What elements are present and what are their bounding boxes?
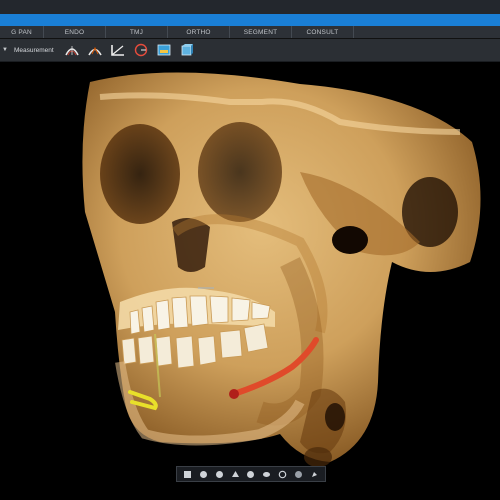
view-top-icon[interactable] (230, 469, 240, 479)
angle-measure-icon[interactable] (110, 42, 126, 58)
accent-strip (0, 14, 500, 26)
tab-tmj[interactable]: TMJ (106, 26, 168, 38)
mandible-curve-icon[interactable] (64, 42, 80, 58)
tab-ortho[interactable]: ORTHO (168, 26, 230, 38)
rotate-icon[interactable] (277, 469, 287, 479)
measurement-dropdown[interactable]: ▼ Measurement (2, 47, 62, 54)
view-front-icon[interactable] (183, 469, 193, 479)
tab-endo[interactable]: ENDO (44, 26, 106, 38)
title-bar (0, 0, 500, 14)
image-panel-icon[interactable] (156, 42, 172, 58)
skull-render (82, 72, 481, 467)
view-left-icon[interactable] (199, 469, 209, 479)
protractor-icon[interactable] (133, 42, 149, 58)
tab-consult[interactable]: CONSULT (292, 26, 354, 38)
clip-icon[interactable] (309, 469, 319, 479)
3d-render-viewport[interactable] (0, 62, 500, 500)
toolbar: ▼ Measurement (0, 39, 500, 62)
view-toolbar (176, 466, 326, 482)
volume-cube-icon[interactable] (179, 42, 195, 58)
dropdown-arrow-icon: ▼ (2, 47, 8, 53)
dropdown-label: Measurement (13, 46, 54, 54)
tool-group (64, 42, 202, 58)
view-bottom-icon[interactable] (262, 469, 272, 479)
view-right-icon[interactable] (214, 469, 224, 479)
tab-segment[interactable]: SEGMENT (230, 26, 292, 38)
module-tabs: G PAN ENDO TMJ ORTHO SEGMENT CONSULT (0, 26, 500, 39)
view-back-icon[interactable] (246, 469, 256, 479)
tab-pan[interactable]: G PAN (0, 26, 44, 38)
jaw-arch-icon[interactable] (87, 42, 103, 58)
reset-view-icon[interactable] (293, 469, 303, 479)
